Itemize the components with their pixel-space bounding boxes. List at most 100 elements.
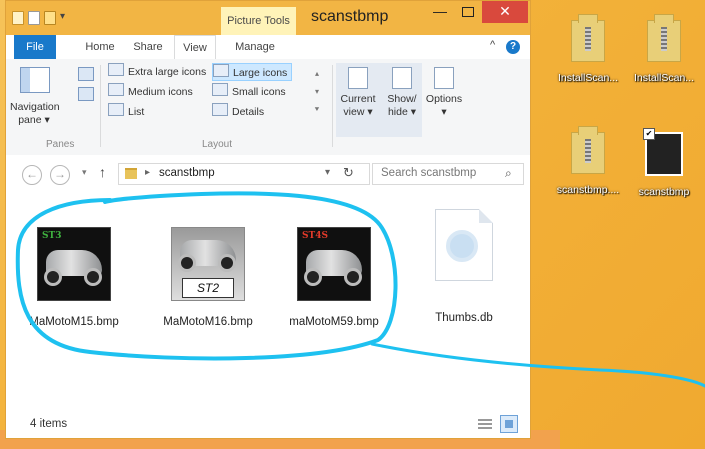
desktop-icon-label: scanstbmp bbox=[638, 186, 690, 198]
folder-icon bbox=[125, 168, 137, 179]
zip-folder-icon bbox=[647, 14, 681, 62]
thumbnail-badge: ST3 bbox=[42, 231, 62, 241]
search-placeholder: Search scanstbmp bbox=[381, 167, 477, 179]
show-hide-label: Show/ hide bbox=[387, 93, 417, 118]
motorcycle-thumbnail: ST4S bbox=[297, 227, 371, 301]
new-file-icon[interactable] bbox=[28, 11, 40, 25]
desktop-icon-scanstbmp-folder[interactable]: ✔ scanstbmp bbox=[624, 128, 704, 198]
chevron-right-icon[interactable]: ▸ bbox=[145, 167, 150, 178]
tab-view[interactable]: View bbox=[174, 35, 216, 60]
minimize-button[interactable]: — bbox=[426, 1, 454, 23]
file-name[interactable]: MaMotoM15.bmp bbox=[24, 313, 124, 331]
motorcycle-thumbnail: ST2 bbox=[171, 227, 245, 301]
address-path[interactable]: scanstbmp bbox=[159, 167, 215, 179]
ribbon: Navigation pane ▾ Panes Extra large icon… bbox=[6, 59, 530, 156]
up-button[interactable]: ↑ bbox=[99, 164, 106, 180]
group-divider bbox=[332, 65, 333, 147]
layout-details[interactable]: Details bbox=[212, 103, 264, 119]
preview-pane-icon[interactable] bbox=[78, 67, 94, 81]
options-button[interactable]: Options ▾ bbox=[424, 67, 464, 119]
tab-manage[interactable]: Manage bbox=[226, 35, 284, 59]
file-name[interactable]: MaMotoM16.bmp bbox=[158, 313, 258, 331]
address-box[interactable]: ▸ scanstbmp ▾ ↻ bbox=[118, 163, 370, 185]
close-button[interactable]: ✕ bbox=[482, 1, 528, 23]
file-item[interactable]: ST2 MaMotoM16.bmp bbox=[158, 227, 258, 331]
layout-extra-large-icons[interactable]: Extra large icons bbox=[108, 63, 206, 79]
quick-access-toolbar: ▾ bbox=[12, 11, 68, 25]
recent-locations-icon[interactable]: ▾ bbox=[82, 167, 87, 178]
desktop-icon-scanstbmp-zip[interactable]: scanstbmp.... bbox=[548, 126, 628, 196]
navigation-pane-label: Navigation pane bbox=[10, 101, 60, 126]
file-list[interactable]: ST3 MaMotoM15.bmp ST2 MaMotoM16.bmp ST4S… bbox=[6, 193, 530, 408]
desktop-icon-installscan-1[interactable]: InstallScan... bbox=[548, 14, 628, 84]
group-label-panes: Panes bbox=[46, 139, 75, 150]
details-icon bbox=[212, 103, 228, 116]
layout-item-label: Details bbox=[232, 106, 265, 118]
show-hide-icon bbox=[392, 67, 412, 89]
chevron-down-icon[interactable]: ▾ bbox=[325, 167, 330, 178]
tab-home[interactable]: Home bbox=[80, 35, 120, 59]
window-title: scanstbmp bbox=[311, 8, 389, 25]
file-item[interactable]: ST3 MaMotoM15.bmp bbox=[24, 227, 124, 331]
layout-item-label: Large icons bbox=[233, 67, 288, 79]
current-view-label: Current view bbox=[340, 93, 376, 118]
tab-file[interactable]: File bbox=[14, 35, 56, 59]
forward-button[interactable]: → bbox=[50, 165, 70, 185]
list-icon bbox=[108, 103, 124, 116]
layout-small-icons[interactable]: Small icons bbox=[212, 83, 286, 99]
maximize-button[interactable] bbox=[454, 1, 482, 23]
title-bar[interactable]: ▾ Picture Tools scanstbmp — ✕ bbox=[6, 1, 530, 35]
thumbnail-badge: ST2 bbox=[182, 278, 234, 298]
explorer-window: ▾ Picture Tools scanstbmp — ✕ File Home … bbox=[5, 0, 531, 439]
file-item[interactable]: Thumbs.db bbox=[414, 209, 514, 327]
large-icons-view-icon[interactable] bbox=[500, 415, 518, 433]
address-bar-row: ← → ▾ ↑ ▸ scanstbmp ▾ ↻ Search scanstbmp… bbox=[6, 155, 530, 193]
small-icons-icon bbox=[212, 83, 228, 96]
layout-list[interactable]: List bbox=[108, 103, 144, 119]
properties-icon[interactable] bbox=[12, 11, 24, 25]
navigation-pane-icon[interactable] bbox=[20, 67, 50, 93]
layout-item-label: Medium icons bbox=[128, 86, 193, 98]
help-icon[interactable]: ? bbox=[506, 40, 520, 54]
show-hide-button[interactable]: Show/ hide ▾ bbox=[382, 67, 422, 119]
item-count: 4 items bbox=[30, 418, 68, 430]
refresh-icon[interactable]: ↻ bbox=[343, 165, 354, 181]
large-icons-icon bbox=[213, 64, 229, 77]
search-icon[interactable]: ⌕ bbox=[505, 166, 512, 181]
new-folder-icon[interactable] bbox=[44, 11, 56, 25]
search-input[interactable]: Search scanstbmp ⌕ bbox=[372, 163, 524, 185]
zip-folder-icon bbox=[571, 14, 605, 62]
sort-by-icon bbox=[348, 67, 368, 89]
details-view-icon[interactable] bbox=[478, 417, 492, 430]
options-icon bbox=[434, 67, 454, 89]
layout-medium-icons[interactable]: Medium icons bbox=[108, 83, 193, 99]
desktop-icon-installscan-2[interactable]: InstallScan... bbox=[624, 14, 704, 84]
zip-folder-icon bbox=[571, 126, 605, 174]
tab-share[interactable]: Share bbox=[128, 35, 168, 59]
desktop-icon-label: InstallScan... bbox=[633, 72, 695, 84]
thumbnail-badge: ST4S bbox=[302, 231, 328, 241]
current-view-button[interactable]: Current view ▾ bbox=[338, 67, 378, 119]
desktop-icon-label: InstallScan... bbox=[557, 72, 619, 84]
details-pane-icon[interactable] bbox=[78, 87, 94, 101]
medium-icons-icon bbox=[108, 83, 124, 96]
maximize-icon bbox=[462, 7, 474, 17]
layout-large-icons[interactable]: Large icons bbox=[212, 63, 293, 81]
checkbox-icon[interactable]: ✔ bbox=[643, 128, 655, 140]
group-label-layout: Layout bbox=[202, 139, 233, 150]
ribbon-tabs: File Home Share View Manage bbox=[6, 35, 530, 60]
file-name[interactable]: Thumbs.db bbox=[414, 309, 514, 327]
extra-large-icons-icon bbox=[108, 63, 124, 76]
customize-qat-icon[interactable]: ▾ bbox=[60, 11, 68, 23]
photo-folder-icon: ✔ bbox=[643, 128, 683, 176]
status-bar: 4 items bbox=[6, 408, 530, 438]
options-label: Options bbox=[425, 93, 463, 105]
file-name[interactable]: maMotoM59.bmp bbox=[284, 313, 384, 331]
collapse-ribbon-icon[interactable]: ^ bbox=[490, 39, 495, 51]
layout-gallery-scroll[interactable]: ▴ ▾ ⯆ bbox=[312, 65, 322, 121]
file-item[interactable]: ST4S maMotoM59.bmp bbox=[284, 227, 384, 331]
back-button[interactable]: ← bbox=[22, 165, 42, 185]
navigation-pane-button[interactable]: Navigation pane ▾ bbox=[10, 101, 60, 127]
layout-item-label: List bbox=[128, 106, 145, 118]
group-divider bbox=[100, 65, 101, 147]
